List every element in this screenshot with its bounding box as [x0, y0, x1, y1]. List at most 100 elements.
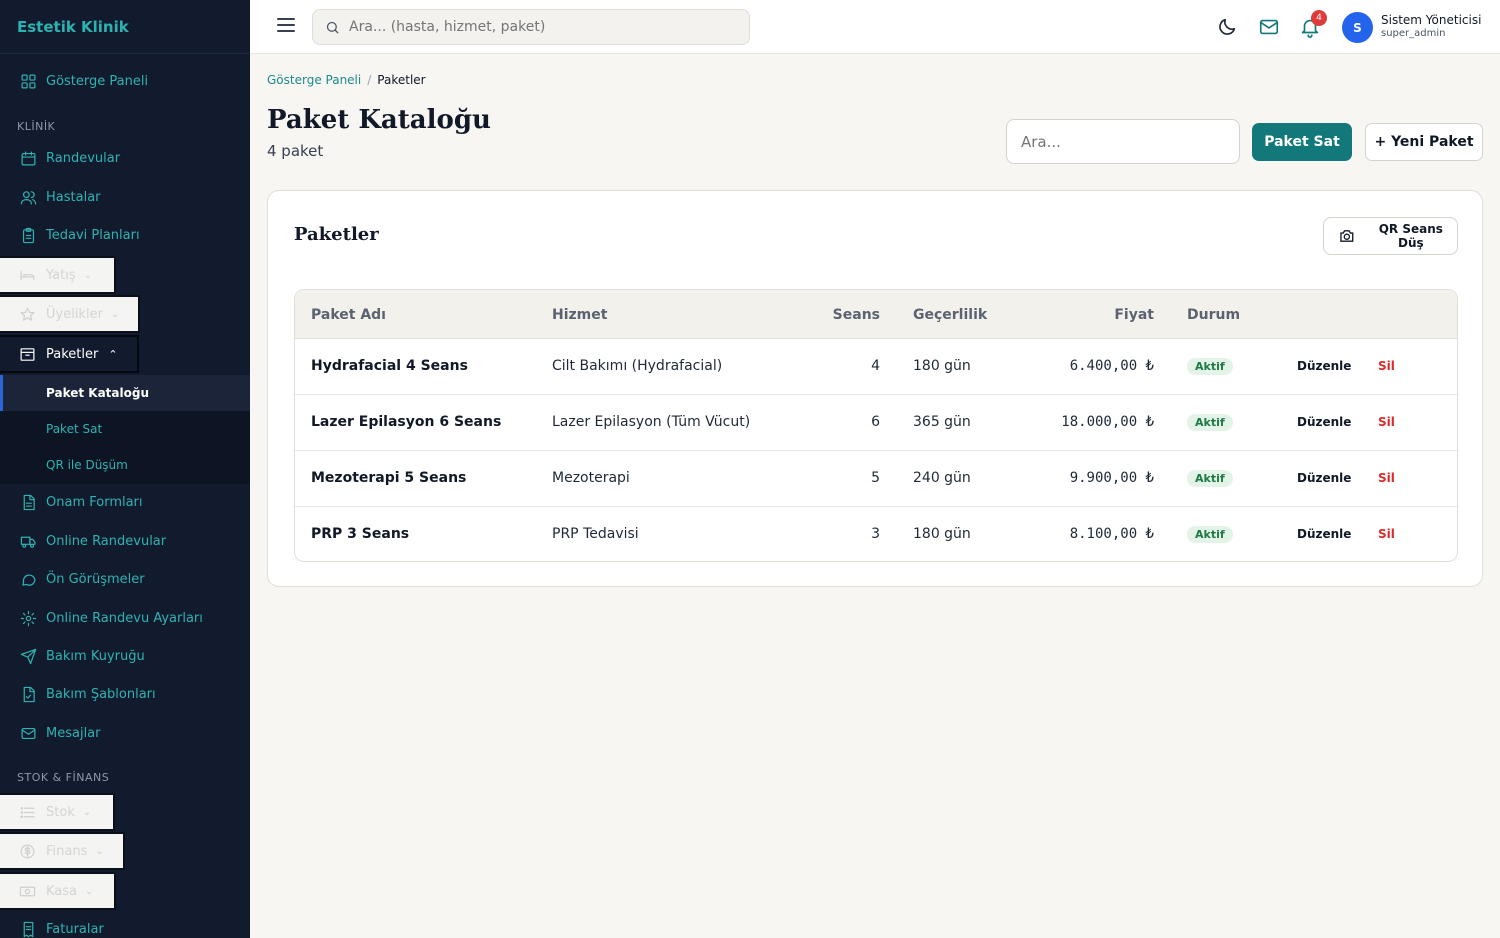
users-icon	[19, 188, 37, 206]
price: 6.400,00 ₺	[1069, 358, 1154, 374]
archive-icon	[19, 346, 37, 363]
sidebar-item-care-queue[interactable]: Bakım Kuyruğu	[0, 637, 145, 675]
page-title: Paket Kataloğu	[267, 105, 491, 135]
delete-button[interactable]: Sil	[1378, 415, 1395, 429]
qr-session-label: QR Seans Düş	[1378, 222, 1443, 250]
service-name: Cilt Bakımı (Hydrafacial)	[552, 358, 723, 374]
session-count: 4	[871, 358, 880, 374]
mail-icon[interactable]	[1258, 16, 1280, 38]
sidebar-item-label: Online Randevular	[46, 533, 167, 549]
session-count: 6	[871, 414, 880, 430]
gear-icon	[19, 609, 37, 627]
sidebar-item-label: Bakım Şablonları	[46, 686, 156, 702]
validity: 180 gün	[913, 526, 971, 542]
validity: 180 gün	[913, 358, 971, 374]
sidebar-item-patients[interactable]: Hastalar	[0, 178, 101, 216]
page-subtitle: 4 paket	[267, 142, 324, 160]
global-search-input[interactable]	[349, 19, 739, 35]
delete-button[interactable]: Sil	[1378, 359, 1395, 373]
new-package-button[interactable]: + Yeni Paket	[1365, 123, 1483, 161]
sidebar-item-appointments[interactable]: Randevular	[0, 139, 120, 177]
breadcrumb-link[interactable]: Gösterge Paneli	[267, 73, 361, 87]
sidebar-item-inpatient[interactable]: Yatış ⌄	[0, 256, 116, 294]
edit-button[interactable]: Düzenle	[1297, 527, 1351, 541]
sidebar-item-label: Online Randevu Ayarları	[46, 610, 203, 626]
column-header-validity[interactable]: Geçerlilik	[913, 307, 987, 323]
service-name: Lazer Epilasyon (Tüm Vücut)	[552, 414, 751, 430]
status-badge: Aktif	[1187, 414, 1233, 431]
sidebar-subitem-package-catalog[interactable]: Paket Kataloğu	[0, 375, 250, 411]
sell-package-button[interactable]: Paket Sat	[1252, 123, 1352, 161]
sidebar-item-label: Ön Görüşmeler	[46, 571, 145, 587]
package-name: Mezoterapi 5 Seans	[311, 470, 467, 486]
sidebar-item-stock[interactable]: Stok ⌄	[0, 793, 115, 831]
package-name: Hydrafacial 4 Seans	[311, 358, 468, 374]
sidebar-item-memberships[interactable]: Üyelikler ⌄	[0, 295, 140, 333]
sidebar-item-messages[interactable]: Mesajlar	[0, 714, 101, 752]
section-label-stock-finance: STOK & FİNANS	[17, 771, 110, 784]
sidebar-item-label: Stok	[46, 804, 75, 820]
table-header: Paket Adı Hizmet Seans Geçerlilik Fiyat …	[295, 290, 1457, 339]
menu-icon[interactable]	[277, 18, 295, 34]
sidebar-item-consent-forms[interactable]: Onam Formları	[0, 483, 143, 521]
topbar: 4 S Sistem Yöneticisi super_admin	[250, 0, 1500, 54]
package-search-input[interactable]	[1006, 119, 1240, 164]
column-header-sessions[interactable]: Seans	[833, 307, 880, 323]
qr-session-button[interactable]: QR Seans Düş	[1323, 217, 1458, 255]
session-count: 5	[871, 470, 880, 486]
chevron-down-icon: ⌄	[95, 845, 104, 857]
column-header-name[interactable]: Paket Adı	[311, 307, 386, 323]
service-name: PRP Tedavisi	[552, 526, 639, 542]
sidebar-item-dashboard[interactable]: Gösterge Paneli	[0, 62, 148, 100]
sidebar-item-label: Mesajlar	[46, 725, 101, 741]
service-name: Mezoterapi	[552, 470, 630, 486]
sidebar-item-treatment-plans[interactable]: Tedavi Planları	[0, 216, 140, 254]
clipboard-icon	[19, 226, 37, 244]
breadcrumb: Gösterge Paneli / Paketler	[267, 73, 426, 87]
file-check-icon	[19, 685, 37, 703]
chevron-down-icon: ⌄	[85, 885, 94, 897]
sidebar-item-label: Paketler	[46, 346, 99, 362]
sidebar-item-packages[interactable]: Paketler ⌃	[0, 335, 139, 373]
moon-icon[interactable]	[1216, 16, 1238, 38]
packages-submenu: Paket Kataloğu Paket Sat QR ile Düşüm	[0, 375, 250, 484]
sidebar-item-online-appointments[interactable]: Online Randevular	[0, 522, 166, 560]
sidebar-item-pre-consults[interactable]: Ön Görüşmeler	[0, 560, 145, 598]
sidebar-subitem-qr-deduction[interactable]: QR ile Düşüm	[0, 447, 250, 483]
column-header-status[interactable]: Durum	[1187, 307, 1240, 323]
sidebar-item-invoices[interactable]: Faturalar	[0, 910, 104, 938]
delete-button[interactable]: Sil	[1378, 471, 1395, 485]
package-name: Lazer Epilasyon 6 Seans	[311, 414, 502, 430]
packages-card: Paketler QR Seans Düş Paket Adı Hizmet S…	[267, 190, 1483, 587]
delete-button[interactable]: Sil	[1378, 527, 1395, 541]
sidebar-item-finance[interactable]: Finans ⌄	[0, 832, 125, 870]
avatar[interactable]: S	[1342, 12, 1373, 43]
section-label-clinic: KLİNİK	[17, 120, 56, 133]
banknote-icon	[19, 883, 37, 900]
validity: 365 gün	[913, 414, 971, 430]
edit-button[interactable]: Düzenle	[1297, 471, 1351, 485]
sidebar-item-care-templates[interactable]: Bakım Şablonları	[0, 675, 156, 713]
sidebar-subitem-sell-package[interactable]: Paket Sat	[0, 411, 250, 447]
column-header-price[interactable]: Fiyat	[1114, 307, 1154, 323]
breadcrumb-separator: /	[367, 73, 372, 87]
session-count: 3	[871, 526, 880, 542]
chevron-down-icon: ⌄	[82, 806, 92, 818]
star-icon	[19, 306, 37, 323]
sidebar-item-cashbox[interactable]: Kasa ⌄	[0, 872, 116, 910]
truck-icon	[19, 532, 37, 550]
table-row: Mezoterapi 5 Seans Mezoterapi 5 240 gün 9.90…	[295, 451, 1457, 507]
sidebar-item-online-settings[interactable]: Online Randevu Ayarları	[0, 599, 203, 637]
sidebar-item-label: Üyelikler	[46, 306, 103, 322]
sidebar-item-label: Gösterge Paneli	[46, 73, 149, 89]
brand-logo[interactable]: Estetik Klinik	[0, 0, 250, 54]
mail-icon	[19, 724, 37, 742]
global-search[interactable]	[312, 9, 750, 45]
edit-button[interactable]: Düzenle	[1297, 359, 1351, 373]
table-row: Hydrafacial 4 Seans Cilt Bakımı (Hydrafac…	[295, 339, 1457, 395]
file-icon	[19, 493, 37, 511]
column-header-service[interactable]: Hizmet	[552, 307, 607, 323]
price: 8.100,00 ₺	[1069, 526, 1154, 542]
edit-button[interactable]: Düzenle	[1297, 415, 1351, 429]
sidebar-item-label: Yatış	[46, 267, 76, 283]
